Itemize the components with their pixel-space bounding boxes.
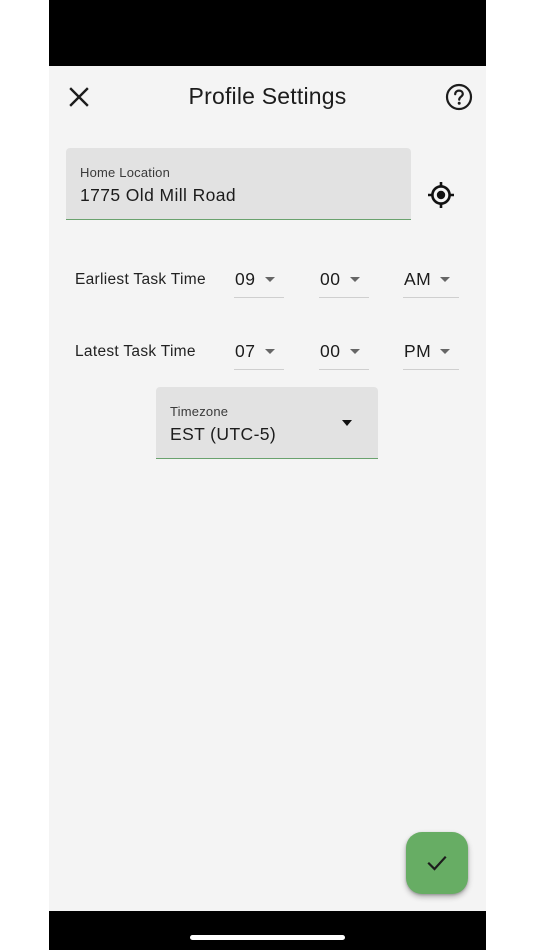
my-location-icon [428,182,454,208]
system-navigation-bar [49,911,486,950]
chevron-down-icon [350,277,360,282]
chevron-down-icon [440,349,450,354]
chevron-down-icon [440,277,450,282]
home-indicator[interactable] [190,935,345,940]
app-bar: Profile Settings [49,66,486,128]
latest-hour-value: 07 [235,341,256,361]
timezone-value: EST (UTC-5) [170,424,277,444]
earliest-hour-dropdown[interactable]: 09 [234,264,284,298]
earliest-minute-value: 00 [320,269,341,289]
chevron-down-icon [265,349,275,354]
earliest-minute-dropdown[interactable]: 00 [319,264,369,298]
timezone-label: Timezone [170,404,229,419]
help-circle-icon [445,83,473,111]
earliest-task-time-label: Earliest Task Time [75,271,206,288]
help-button[interactable] [443,81,475,113]
home-location-input[interactable]: 1775 Old Mill Road [80,185,236,206]
chevron-down-icon [350,349,360,354]
latest-period-value: PM [404,341,432,361]
earliest-period-dropdown[interactable]: AM [403,264,459,298]
arrow-drop-down-icon [342,420,352,426]
timezone-select[interactable]: Timezone EST (UTC-5) [156,387,378,459]
latest-hour-dropdown[interactable]: 07 [234,336,284,370]
latest-task-time-label: Latest Task Time [75,343,196,360]
my-location-button[interactable] [426,180,456,210]
chevron-down-icon [265,277,275,282]
earliest-period-value: AM [404,269,432,289]
home-location-label: Home Location [80,165,171,180]
latest-period-dropdown[interactable]: PM [403,336,459,370]
status-bar [49,0,486,66]
page-title: Profile Settings [188,83,347,109]
check-icon [427,855,447,871]
latest-minute-value: 00 [320,341,341,361]
earliest-hour-value: 09 [235,269,256,289]
home-location-field[interactable]: Home Location 1775 Old Mill Road [66,148,411,220]
latest-minute-dropdown[interactable]: 00 [319,336,369,370]
save-button[interactable] [406,832,468,894]
app-screen: Profile Settings Home Location 1775 Old … [49,0,486,950]
